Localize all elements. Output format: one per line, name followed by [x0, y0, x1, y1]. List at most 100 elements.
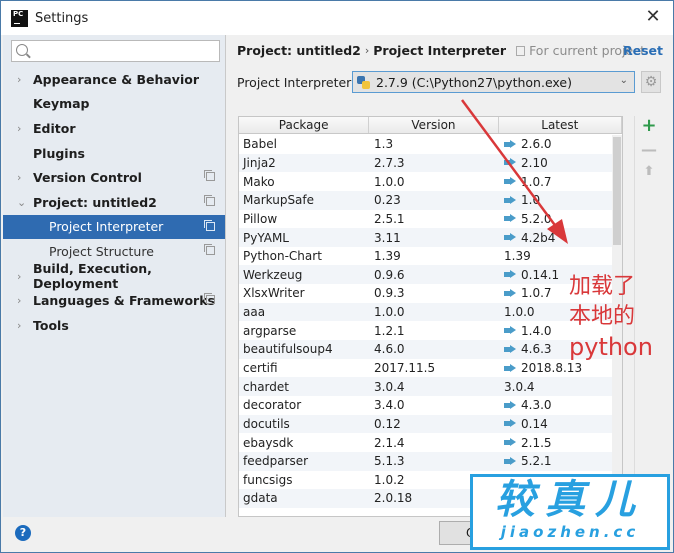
search-input[interactable] — [12, 41, 219, 61]
package-name: beautifulsoup4 — [243, 342, 333, 357]
chevron-down-icon[interactable]: ⌄ — [17, 196, 27, 209]
package-name: funcsigs — [243, 472, 293, 487]
gear-icon: ⚙ — [644, 74, 658, 90]
upgrade-arrow-icon — [504, 363, 516, 373]
latest-version: 1.0 — [521, 193, 541, 208]
chevron-right-icon[interactable]: › — [17, 73, 27, 86]
upgrade-arrow-icon — [504, 177, 516, 186]
latest-version: 0.14.1 — [521, 267, 560, 282]
upgrade-arrow-icon — [504, 288, 516, 298]
package-name: PyYAML — [243, 230, 289, 245]
package-latest: 2018.8.13 — [500, 361, 622, 375]
package-version: 2017.11.5 — [374, 361, 436, 375]
table-row[interactable]: feedparser 5.1.3 5.2.1 — [239, 451, 622, 471]
package-latest: 0.14 — [500, 417, 622, 431]
window-title: Settings — [35, 10, 89, 26]
sidebar-item[interactable]: › Editor — [3, 116, 225, 141]
sidebar-item[interactable]: ⌄ Project: untitled2 — [3, 190, 225, 215]
reset-link[interactable]: Reset — [623, 43, 663, 58]
table-row[interactable]: Mako 1.0.0 1.0.7 — [239, 172, 622, 191]
interpreter-select[interactable]: 2.7.9 (C:\Python27\python.exe) ⌄ — [352, 71, 635, 93]
package-name: Python-Chart — [243, 249, 322, 264]
sidebar-item[interactable]: › Languages & Frameworks — [3, 288, 225, 313]
package-name: certifi — [243, 361, 278, 375]
table-row[interactable]: certifi 2017.11.5 2018.8.13 — [239, 358, 622, 378]
settings-search[interactable] — [11, 40, 220, 62]
add-package-button[interactable]: + — [641, 117, 657, 135]
table-row[interactable]: Pillow 2.5.1 5.2.0 — [239, 209, 622, 229]
pycharm-logo-icon: PC — [11, 9, 28, 27]
sidebar-item-label: Version Control — [33, 170, 142, 186]
settings-tree: › Appearance & Behavior Keymap › Editor Plugi… — [3, 67, 225, 338]
sidebar-item-label: Project Structure — [49, 243, 154, 259]
sidebar-item[interactable]: Project Structure — [3, 239, 225, 264]
package-name: aaa — [243, 305, 266, 320]
chevron-right-icon[interactable]: › — [17, 122, 27, 135]
chevron-right-icon[interactable]: › — [17, 270, 27, 283]
package-latest: 4.2b4 — [500, 230, 622, 245]
chevron-right-icon[interactable]: › — [17, 171, 27, 184]
chevron-right-icon[interactable]: › — [17, 319, 27, 332]
table-row[interactable]: beautifulsoup4 4.6.0 4.6.3 — [239, 340, 622, 359]
remove-package-button[interactable]: — — [641, 142, 657, 158]
table-row[interactable]: PyYAML 3.11 4.2b4 — [239, 228, 622, 247]
column-header-package[interactable]: Package — [239, 117, 370, 133]
package-version: 1.3 — [374, 137, 394, 152]
upgrade-arrow-icon — [504, 233, 516, 242]
interpreter-settings-button[interactable]: ⚙ — [641, 71, 661, 93]
sidebar-item[interactable]: Keymap — [3, 92, 225, 117]
sidebar-item[interactable]: › Version Control — [3, 165, 225, 190]
package-version: 3.4.0 — [374, 398, 405, 413]
table-row[interactable]: chardet 3.0.4 3.0.4 — [239, 377, 622, 396]
column-header-version[interactable]: Version — [369, 117, 499, 133]
package-version: 1.0.0 — [374, 305, 405, 320]
close-button[interactable]: ✕ — [643, 7, 663, 27]
latest-version: 1.0.7 — [521, 174, 552, 189]
table-row[interactable]: argparse 1.2.1 1.4.0 — [239, 321, 622, 341]
table-row[interactable]: Python-Chart 1.39 1.39 — [239, 246, 622, 266]
chevron-right-icon[interactable]: › — [17, 294, 27, 307]
sidebar-item[interactable]: › Appearance & Behavior — [3, 67, 225, 92]
table-row[interactable]: ebaysdk 2.1.4 2.1.5 — [239, 433, 622, 452]
upgrade-arrow-icon — [504, 158, 516, 167]
table-body: Babel 1.3 2.6.0 Jinja2 2.7.3 2.10 Mako 1.0.0 1.0… — [239, 135, 622, 508]
sidebar-item[interactable]: Project Interpreter — [3, 214, 225, 240]
upgrade-package-button[interactable]: ⬆ — [641, 164, 657, 180]
python-icon — [357, 75, 370, 89]
sidebar-item[interactable]: › Build, Execution, Deployment — [3, 261, 225, 292]
chevron-down-icon: ⌄ — [619, 75, 628, 86]
sidebar-item-label: Build, Execution, Deployment — [33, 261, 152, 292]
package-name: Jinja2 — [243, 155, 276, 170]
table-row[interactable]: MarkupSafe 0.23 1.0 — [239, 190, 622, 210]
table-row[interactable]: Babel 1.3 2.6.0 — [239, 135, 622, 154]
table-row[interactable]: aaa 1.0.0 1.0.0 — [239, 302, 622, 322]
breadcrumb-project[interactable]: Project: untitled2 — [237, 43, 361, 58]
package-latest: 5.2.1 — [500, 454, 622, 468]
table-row[interactable]: docutils 0.12 0.14 — [239, 414, 622, 434]
scrollbar-thumb[interactable] — [613, 137, 621, 245]
help-icon[interactable]: ? — [15, 525, 31, 541]
sidebar-item-label: Project Interpreter — [49, 219, 164, 235]
project-scope-icon — [204, 244, 215, 256]
package-name: chardet — [243, 379, 289, 394]
package-latest: 2.1.5 — [500, 436, 622, 450]
annotation-line-2: 本地的 — [569, 304, 636, 329]
upgrade-arrow-icon — [504, 400, 516, 410]
table-row[interactable]: Werkzeug 0.9.6 0.14.1 — [239, 265, 622, 285]
table-row[interactable]: decorator 3.4.0 4.3.0 — [239, 395, 622, 415]
column-header-latest[interactable]: Latest — [499, 117, 622, 133]
upgrade-arrow-icon — [504, 214, 516, 223]
latest-version: 1.0.7 — [521, 286, 552, 301]
package-name: Babel — [243, 137, 277, 152]
sidebar-item[interactable]: Plugins — [3, 141, 225, 166]
title-bar: PC Settings ✕ — [1, 1, 673, 35]
package-latest: 3.0.4 — [500, 380, 622, 394]
settings-sidebar: › Appearance & Behavior Keymap › Editor Plugi… — [3, 35, 226, 517]
latest-version: 4.2b4 — [521, 230, 556, 245]
sidebar-item[interactable]: › Tools — [3, 313, 225, 338]
table-row[interactable]: Jinja2 2.7.3 2.10 — [239, 153, 622, 173]
annotation-note: 加载了 本地的 python — [569, 272, 669, 362]
latest-version: 1.39 — [504, 249, 531, 264]
table-row[interactable]: XlsxWriter 0.9.3 1.0.7 — [239, 284, 622, 303]
upgrade-arrow-icon — [504, 456, 516, 466]
